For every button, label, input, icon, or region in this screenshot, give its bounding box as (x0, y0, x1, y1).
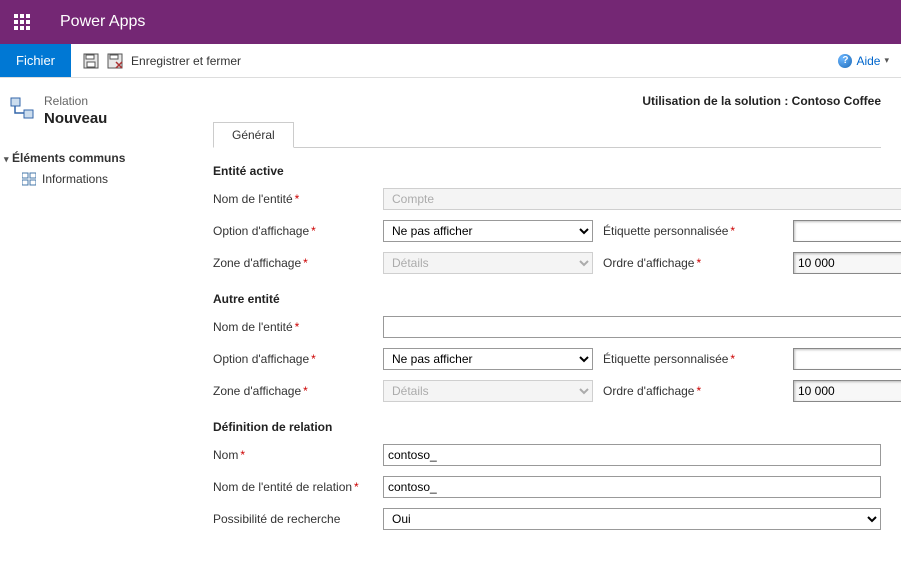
save-and-close-label[interactable]: Enregistrer et fermer (131, 54, 241, 68)
file-menu-button[interactable]: Fichier (0, 44, 71, 77)
label-active-display-order: Ordre d'affichage* (603, 256, 783, 270)
help-link[interactable]: ? Aide ▾ (838, 54, 889, 68)
nav-item-informations[interactable]: Informations (4, 170, 195, 188)
app-title: Power Apps (60, 13, 145, 31)
label-other-display-area: Zone d'affichage* (213, 384, 373, 398)
section-title-other-entity: Autre entité (213, 292, 881, 306)
label-active-display-option: Option d'affichage* (213, 224, 373, 238)
page-header: Relation Nouveau (0, 90, 205, 135)
label-other-custom-label: Étiquette personnalisée* (603, 352, 783, 366)
label-other-display-option: Option d'affichage* (213, 352, 373, 366)
label-relation-name: Nom* (213, 448, 373, 462)
select-active-entity-name: Compte (383, 188, 901, 210)
label-other-entity-name: Nom de l'entité* (213, 320, 373, 334)
tab-general[interactable]: Général (213, 122, 294, 148)
label-active-display-area: Zone d'affichage* (213, 256, 373, 270)
section-title-active-entity: Entité active (213, 164, 881, 178)
app-launcher-icon[interactable] (0, 0, 44, 44)
label-searchable: Possibilité de recherche (213, 512, 373, 526)
input-other-custom-label[interactable] (793, 348, 901, 370)
label-relation-entity-name: Nom de l'entité de relation* (213, 480, 373, 494)
nav-item-common-elements[interactable]: ▾Éléments communs (4, 149, 195, 167)
chevron-down-icon: ▾ (4, 154, 12, 165)
entity-name-label: Nouveau (44, 110, 107, 127)
chevron-down-icon: ▾ (884, 55, 889, 66)
select-active-display-option[interactable]: Ne pas afficher (383, 220, 593, 242)
nav-tree: ▾Éléments communs Informations (0, 135, 205, 188)
input-active-display-order (793, 252, 901, 274)
input-active-custom-label[interactable] (793, 220, 901, 242)
relation-icon (10, 96, 34, 120)
input-other-display-order (793, 380, 901, 402)
help-icon: ? (838, 54, 852, 68)
label-other-display-order: Ordre d'affichage* (603, 384, 783, 398)
section-title-relation-definition: Définition de relation (213, 420, 881, 434)
label-active-custom-label: Étiquette personnalisée* (603, 224, 783, 238)
sidebar: Relation Nouveau ▾Éléments communs Infor… (0, 78, 205, 575)
select-searchable[interactable]: Oui (383, 508, 881, 530)
help-label: Aide (856, 54, 880, 68)
command-bar: Fichier Enregistrer et fermer ? Aide ▾ (0, 44, 901, 78)
input-relation-entity-name[interactable] (383, 476, 881, 498)
form-icon (22, 172, 36, 186)
top-bar: Power Apps (0, 0, 901, 44)
label-active-entity-name: Nom de l'entité* (213, 192, 373, 206)
save-and-close-icon[interactable] (107, 53, 123, 69)
input-relation-name[interactable] (383, 444, 881, 466)
select-other-entity-name[interactable] (383, 316, 901, 338)
save-icon[interactable] (83, 53, 99, 69)
select-active-display-area: Détails (383, 252, 593, 274)
main-content: Utilisation de la solution : Contoso Cof… (205, 78, 901, 575)
entity-type-label: Relation (44, 94, 107, 108)
select-other-display-option[interactable]: Ne pas afficher (383, 348, 593, 370)
select-other-display-area: Détails (383, 380, 593, 402)
solution-context: Utilisation de la solution : Contoso Cof… (213, 86, 881, 122)
